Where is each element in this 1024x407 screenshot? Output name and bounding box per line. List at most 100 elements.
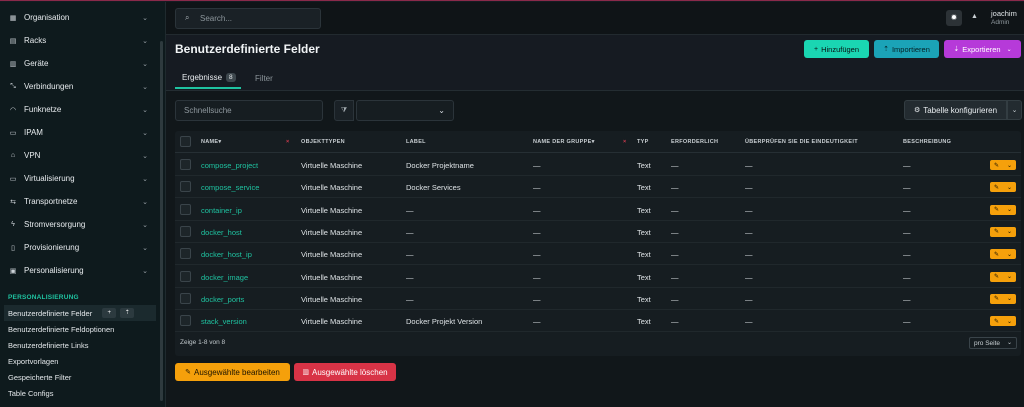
- chevron-down-icon[interactable]: ⌄: [1007, 273, 1012, 280]
- delete-selected-button[interactable]: ▥ Ausgewählte löschen: [294, 363, 396, 381]
- column-header-label: NAME DER GRUPPE: [533, 139, 592, 145]
- search-input[interactable]: ⌕ Search...: [175, 8, 321, 29]
- cell-name[interactable]: docker_host_ip: [201, 250, 252, 259]
- row-edit-button[interactable]: ✎ ⌄: [990, 293, 1016, 304]
- sidebar-item-virtualisierung[interactable]: ▭ Virtualisierung ⌄: [0, 167, 160, 190]
- cell-group-name: —: [533, 272, 541, 282]
- table-header: NAME▾ × OBJEKTTYPEN LABEL NAME DER GRUPP…: [175, 131, 1021, 153]
- results-count-badge: 8: [226, 72, 236, 82]
- edit-selected-button[interactable]: ✎ Ausgewählte bearbeiten: [175, 363, 290, 381]
- export-button[interactable]: ⇣ Exportieren ⌄: [944, 40, 1021, 58]
- cell-required: —: [671, 161, 679, 170]
- delete-selected-label: Ausgewählte löschen: [312, 367, 388, 377]
- add-button[interactable]: + Hinzufügen: [804, 40, 869, 58]
- close-icon[interactable]: ×: [623, 139, 627, 145]
- chevron-down-icon: ⌄: [142, 83, 148, 91]
- sidebar-subitem-export-templates[interactable]: Exportvorlagen: [8, 353, 158, 369]
- import-button[interactable]: ⇡ Importieren: [874, 40, 939, 58]
- sidebar-subitem-custom-field-choices[interactable]: Benutzerdefinierte Feldoptionen: [8, 321, 158, 337]
- row-checkbox[interactable]: [180, 270, 191, 282]
- row-checkbox[interactable]: [180, 181, 191, 193]
- sidebar-subitem-custom-fields[interactable]: Benutzerdefinierte Felder + ⇡: [4, 305, 156, 321]
- column-header-name[interactable]: NAME▾: [201, 139, 221, 145]
- chevron-down-icon[interactable]: ⌄: [1007, 162, 1012, 169]
- table-row: stack_version Virtuelle Maschine Docker Pr…: [175, 310, 1021, 333]
- pencil-icon: ✎: [993, 184, 1000, 191]
- sidebar-item-verbindungen[interactable]: ⤡ Verbindungen ⌄: [0, 75, 160, 98]
- sidebar-item-personalisierung[interactable]: ▣ Personalisierung ⌄: [0, 259, 160, 282]
- cell-name[interactable]: compose_project: [201, 161, 258, 170]
- sidebar-item-funknetze[interactable]: ◠ Funknetze ⌄: [0, 98, 160, 121]
- cell-name[interactable]: stack_version: [201, 317, 247, 326]
- sidebar-item-label: IPAM: [24, 128, 43, 137]
- cell-name[interactable]: compose_service: [201, 183, 259, 192]
- theme-toggle-icon[interactable]: ✹: [946, 10, 962, 26]
- column-header-description[interactable]: BESCHREIBUNG: [903, 139, 951, 145]
- filter-icon[interactable]: ⧩: [334, 100, 354, 121]
- quick-search-input[interactable]: Schnellsuche: [175, 100, 323, 121]
- pencil-icon: ✎: [185, 369, 192, 376]
- tab-results-label: Ergebnisse: [182, 72, 223, 82]
- row-checkbox[interactable]: [180, 292, 191, 304]
- chevron-down-icon[interactable]: ⌄: [1007, 228, 1012, 235]
- row-edit-button[interactable]: ✎ ⌄: [990, 271, 1016, 282]
- select-all-checkbox[interactable]: [180, 136, 191, 147]
- chevron-down-icon[interactable]: ⌄: [1007, 184, 1012, 191]
- chevron-down-icon[interactable]: ⌄: [1007, 318, 1012, 325]
- cell-name[interactable]: container_ip: [201, 206, 242, 215]
- per-page-select[interactable]: pro Seite ⌄: [969, 337, 1017, 349]
- close-icon[interactable]: ×: [286, 139, 290, 145]
- column-header-required[interactable]: ERFORDERLICH: [671, 139, 718, 145]
- tab-filter[interactable]: Filter: [255, 67, 273, 89]
- column-header-group-name[interactable]: NAME DER GRUPPE▾: [533, 139, 595, 145]
- sidebar-scrollbar[interactable]: [160, 41, 163, 401]
- sidebar-subitem-label: Benutzerdefinierte Feldoptionen: [8, 324, 115, 334]
- configure-table-dropdown[interactable]: ⌄: [1007, 100, 1022, 120]
- row-checkbox[interactable]: [180, 248, 191, 260]
- bell-icon[interactable]: ▲: [971, 13, 978, 20]
- sidebar-item-racks[interactable]: ▤ Racks ⌄: [0, 29, 160, 52]
- cell-name[interactable]: docker_host: [201, 228, 242, 237]
- cell-object-types: Virtuelle Maschine: [301, 183, 363, 193]
- row-edit-button[interactable]: ✎ ⌄: [990, 182, 1016, 193]
- add-custom-field-button[interactable]: +: [102, 308, 117, 318]
- row-checkbox[interactable]: [180, 203, 191, 215]
- sidebar-item-organisation[interactable]: ▦ Organisation ⌄: [0, 6, 160, 29]
- row-edit-button[interactable]: ✎ ⌄: [990, 226, 1016, 237]
- column-header-type[interactable]: TYP: [637, 139, 649, 145]
- column-header-object-types[interactable]: OBJEKTTYPEN: [301, 139, 345, 145]
- user-menu[interactable]: joachim Admin: [991, 9, 1017, 27]
- monitor-icon: ▭: [9, 175, 17, 183]
- row-checkbox[interactable]: [180, 225, 191, 237]
- chevron-down-icon[interactable]: ⌄: [1007, 295, 1012, 302]
- sidebar-item-vpn[interactable]: ⌂ VPN ⌄: [0, 144, 160, 167]
- chevron-down-icon[interactable]: ⌄: [1007, 206, 1012, 213]
- row-edit-button[interactable]: ✎ ⌄: [990, 316, 1016, 327]
- tab-results[interactable]: Ergebnisse 8: [175, 67, 241, 89]
- row-edit-button[interactable]: ✎ ⌄: [990, 249, 1016, 260]
- sidebar-subitem-table-configs[interactable]: Table Configs: [8, 385, 158, 401]
- sidebar-subitem-custom-links[interactable]: Benutzerdefinierte Links: [8, 337, 158, 353]
- sidebar-subitem-saved-filters[interactable]: Gespeicherte Filter: [8, 369, 158, 385]
- sidebar-item-geraete[interactable]: ▥ Geräte ⌄: [0, 52, 160, 75]
- import-custom-field-button[interactable]: ⇡: [120, 308, 135, 318]
- chevron-down-icon[interactable]: ⌄: [1007, 251, 1012, 258]
- sidebar-item-ipam[interactable]: ▭ IPAM ⌄: [0, 121, 160, 144]
- page-title: Benutzerdefinierte Felder: [175, 42, 320, 56]
- cell-type: Text: [637, 205, 651, 215]
- cell-name[interactable]: docker_ports: [201, 295, 244, 304]
- custom-fields-table: NAME▾ × OBJEKTTYPEN LABEL NAME DER GRUPP…: [175, 131, 1021, 356]
- sidebar-item-transportnetze[interactable]: ⇆ Transportnetze ⌄: [0, 190, 160, 213]
- configure-table-button[interactable]: ⚙ Tabelle konfigurieren: [904, 100, 1007, 120]
- row-edit-button[interactable]: ✎ ⌄: [990, 204, 1016, 215]
- column-header-label[interactable]: LABEL: [406, 139, 426, 145]
- row-edit-button[interactable]: ✎ ⌄: [990, 160, 1016, 170]
- row-checkbox[interactable]: [180, 159, 191, 170]
- sidebar-item-provisionierung[interactable]: ▯ Provisionierung ⌄: [0, 236, 160, 259]
- sidebar-item-stromversorgung[interactable]: ϟ Stromversorgung ⌄: [0, 213, 160, 236]
- cell-name[interactable]: docker_image: [201, 273, 248, 282]
- column-header-validate-unique[interactable]: ÜBERPRÜFEN SIE DIE EINDEUTIGKEIT: [745, 139, 858, 145]
- main-content: Benutzerdefinierte Felder + Hinzufügen ⇡ I…: [166, 35, 1024, 407]
- row-checkbox[interactable]: [180, 315, 191, 327]
- saved-filter-select[interactable]: ⌄: [356, 100, 454, 121]
